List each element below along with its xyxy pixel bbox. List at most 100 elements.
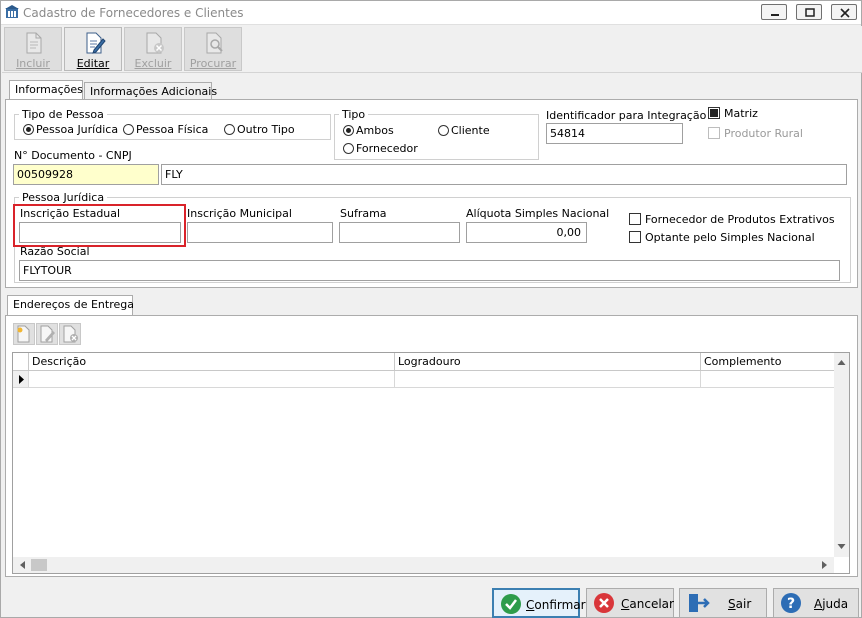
inscricao-municipal-label: Inscrição Municipal xyxy=(187,207,292,220)
radio-label: Cliente xyxy=(451,124,490,137)
radio-pessoa-fisica[interactable]: Pessoa Física xyxy=(123,123,208,136)
simples-checkbox[interactable]: Optante pelo Simples Nacional xyxy=(629,231,815,244)
vertical-scrollbar[interactable] xyxy=(834,353,849,557)
edit-address-button[interactable] xyxy=(36,323,58,345)
delete-document-icon xyxy=(63,325,78,343)
tab-informacoes[interactable]: Informações xyxy=(9,80,83,100)
tab-enderecos-entrega[interactable]: Endereços de Entrega xyxy=(7,295,134,315)
documento-label: N° Documento - CNPJ xyxy=(14,149,132,162)
radio-dot xyxy=(438,125,449,136)
suframa-label: Suframa xyxy=(340,207,387,220)
grid-header-logradouro[interactable]: Logradouro xyxy=(395,353,701,371)
razao-social-label: Razão Social xyxy=(20,245,90,258)
editar-label: Editar xyxy=(76,57,110,70)
radio-dot xyxy=(123,124,134,135)
new-document-icon xyxy=(26,32,42,54)
checkbox-label: Matriz xyxy=(724,107,758,120)
incluir-button[interactable]: Incluir xyxy=(4,27,62,71)
grid-header-descricao[interactable]: Descrição xyxy=(29,353,395,371)
aliquota-label: Alíquota Simples Nacional xyxy=(466,207,610,220)
pessoa-juridica-legend: Pessoa Jurídica xyxy=(22,191,105,204)
confirmar-label: Confirmar xyxy=(526,598,586,612)
scroll-down-icon xyxy=(837,544,846,549)
table-row[interactable] xyxy=(395,371,701,388)
check-circle-icon xyxy=(501,594,521,614)
scroll-thumb[interactable] xyxy=(31,559,47,571)
help-circle-icon: ? xyxy=(781,593,801,613)
informacoes-panel: Tipo de Pessoa Pessoa Jurídica Pessoa Fí… xyxy=(5,99,858,288)
nome-input[interactable]: FLY xyxy=(161,164,847,185)
grid-header-complemento[interactable]: Complemento xyxy=(701,353,835,371)
razao-social-input[interactable]: FLYTOUR xyxy=(19,260,840,281)
close-icon xyxy=(840,8,850,18)
tipo-legend: Tipo xyxy=(342,108,366,121)
radio-label: Pessoa Jurídica xyxy=(36,123,119,136)
add-address-button[interactable] xyxy=(13,323,35,345)
produtor-rural-checkbox[interactable]: Produtor Rural xyxy=(708,127,803,140)
sair-button[interactable]: Sair xyxy=(679,588,767,618)
cancelar-label: Cancelar xyxy=(621,597,674,611)
integracao-input[interactable]: 54814 xyxy=(546,123,683,144)
row-pointer-icon xyxy=(19,375,24,384)
checkbox-label: Produtor Rural xyxy=(724,127,803,140)
search-document-icon xyxy=(206,32,223,54)
ajuda-label: Ajuda xyxy=(814,597,849,611)
horizontal-scrollbar[interactable] xyxy=(13,557,834,573)
edit-document-icon xyxy=(86,32,106,54)
minimize-button[interactable] xyxy=(761,4,787,20)
tipo-pessoa-legend: Tipo de Pessoa xyxy=(22,108,104,121)
checkbox-box xyxy=(708,107,720,119)
radio-label: Outro Tipo xyxy=(237,123,295,136)
procurar-button[interactable]: Procurar xyxy=(184,27,242,71)
restore-icon xyxy=(805,8,815,17)
cnpj-input[interactable]: 00509928 xyxy=(13,164,159,185)
excluir-button[interactable]: Excluir xyxy=(124,27,182,71)
radio-pessoa-juridica[interactable]: Pessoa Jurídica xyxy=(23,123,118,136)
radio-label: Pessoa Física xyxy=(136,123,209,136)
window-title: Cadastro de Fornecedores e Clientes xyxy=(23,6,244,20)
restore-button[interactable] xyxy=(796,4,822,20)
edit-document-icon xyxy=(40,325,55,343)
scroll-right-icon xyxy=(822,561,827,569)
building-icon xyxy=(5,5,19,18)
radio-dot xyxy=(343,125,354,136)
table-row[interactable] xyxy=(701,371,835,388)
svg-text:?: ? xyxy=(787,596,795,612)
delete-address-button[interactable] xyxy=(59,323,81,345)
radio-label: Ambos xyxy=(356,124,394,137)
table-row[interactable] xyxy=(29,371,395,388)
excluir-label: Excluir xyxy=(134,57,172,70)
checkbox-label: Fornecedor de Produtos Extrativos xyxy=(645,213,835,226)
suframa-input[interactable] xyxy=(339,222,460,243)
radio-ambos[interactable]: Ambos xyxy=(343,124,394,137)
delete-document-icon xyxy=(146,32,164,54)
radio-dot xyxy=(224,124,235,135)
scroll-left-icon xyxy=(20,561,25,569)
ajuda-button[interactable]: ? Ajuda xyxy=(773,588,859,618)
minimize-icon xyxy=(771,14,779,16)
inscricao-municipal-input[interactable] xyxy=(187,222,333,243)
radio-cliente[interactable]: Cliente xyxy=(438,124,490,137)
radio-fornecedor[interactable]: Fornecedor xyxy=(343,142,418,155)
matriz-checkbox[interactable]: Matriz xyxy=(708,107,758,120)
radio-outro-tipo[interactable]: Outro Tipo xyxy=(224,123,295,136)
incluir-label: Incluir xyxy=(16,57,50,70)
procurar-label: Procurar xyxy=(189,57,237,70)
highlight-box xyxy=(13,204,186,247)
cancel-circle-icon xyxy=(594,593,614,613)
radio-dot xyxy=(23,124,34,135)
exit-door-icon xyxy=(689,594,710,612)
title-bar: Cadastro de Fornecedores e Clientes xyxy=(1,1,861,25)
cancelar-button[interactable]: Cancelar xyxy=(586,588,674,618)
checkbox-box xyxy=(708,127,720,139)
main-window: Cadastro de Fornecedores e Clientes Incl… xyxy=(0,0,862,618)
editar-button[interactable]: Editar xyxy=(64,27,122,71)
aliquota-input[interactable]: 0,00 xyxy=(466,222,587,243)
tab-informacoes-adicionais[interactable]: Informações Adicionais xyxy=(84,82,217,100)
checkbox-box xyxy=(629,231,641,243)
checkbox-label: Optante pelo Simples Nacional xyxy=(645,231,815,244)
close-button[interactable] xyxy=(831,4,857,20)
confirmar-button[interactable]: Confirmar xyxy=(492,588,586,618)
integracao-label: Identificador para Integração xyxy=(546,109,707,122)
extrativos-checkbox[interactable]: Fornecedor de Produtos Extrativos xyxy=(629,213,835,226)
